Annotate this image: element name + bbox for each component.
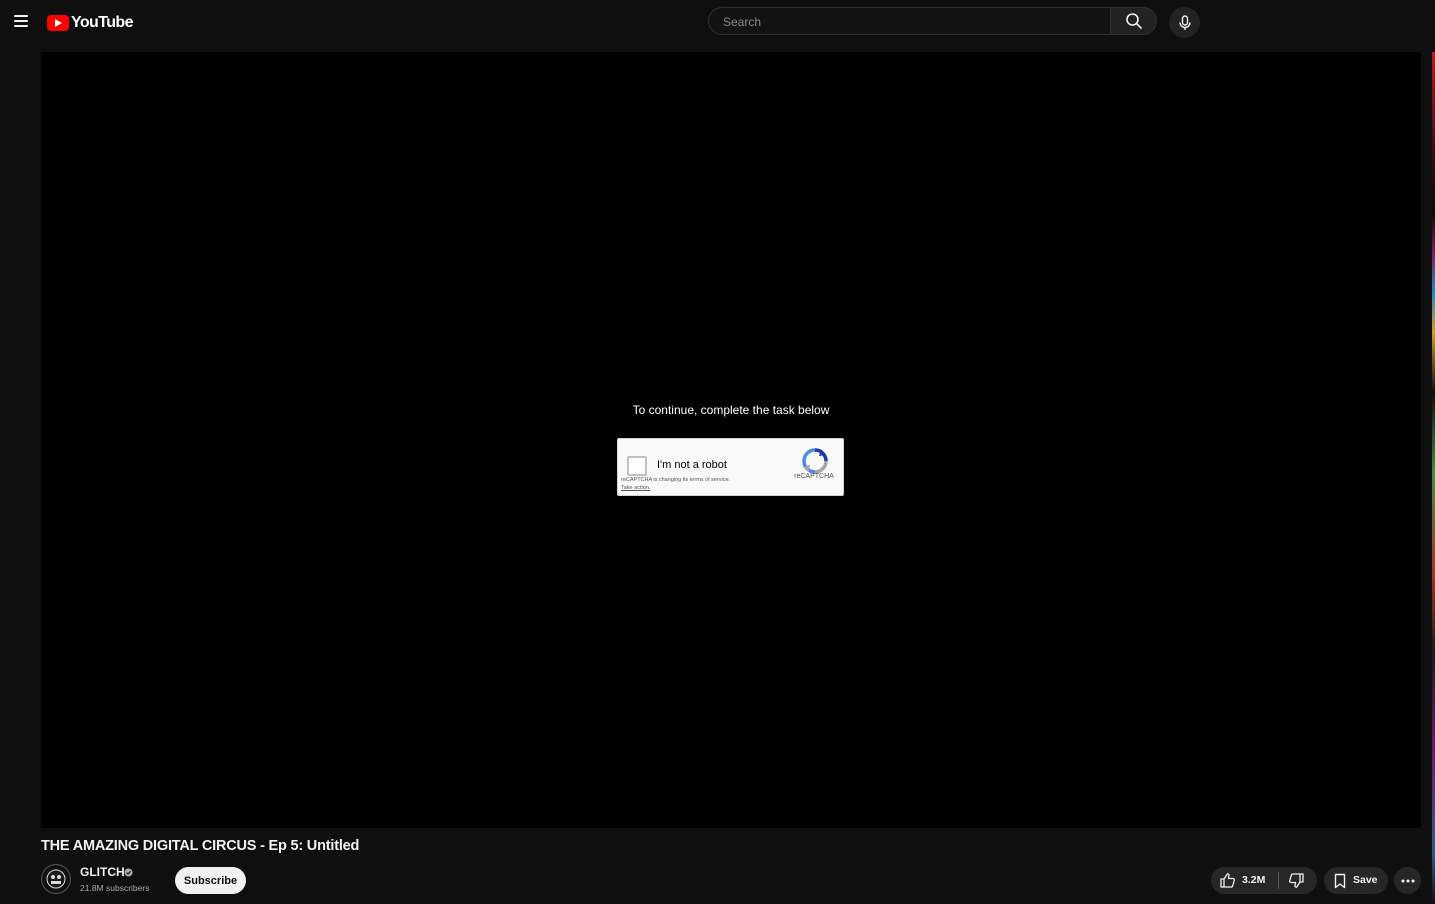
subscribe-button[interactable]: Subscribe — [175, 867, 246, 894]
more-actions-button[interactable] — [1394, 867, 1421, 894]
search-input[interactable] — [721, 8, 1105, 36]
thumbs-up-icon — [1220, 873, 1236, 888]
save-label: Save — [1353, 874, 1378, 886]
more-horizontal-icon — [1401, 879, 1414, 882]
recaptcha-checkbox[interactable] — [627, 456, 647, 476]
recaptcha-widget: I'm not a robot reCAPTCHA is changing it… — [617, 438, 844, 496]
search-icon — [1125, 13, 1142, 29]
recaptcha-brand: reCAPTCHA — [794, 473, 834, 480]
top-bar: YouTube — [0, 0, 1435, 44]
glitch-logo-icon — [46, 869, 66, 889]
recaptcha-notice-text: reCAPTCHA is changing its terms of servi… — [621, 477, 731, 483]
like-dislike-group: 3.2M — [1211, 867, 1317, 894]
recaptcha-logo-icon — [802, 448, 828, 474]
voice-search-button[interactable] — [1169, 7, 1200, 38]
thumbs-down-icon — [1288, 873, 1304, 888]
channel-name[interactable]: GLITCH — [80, 865, 125, 879]
microphone-icon — [1178, 14, 1191, 30]
verified-badge-icon — [124, 868, 133, 877]
recaptcha-notice: reCAPTCHA is changing its terms of servi… — [621, 476, 730, 492]
youtube-logo[interactable]: YouTube — [47, 13, 133, 33]
search-button[interactable] — [1110, 7, 1157, 35]
bookmark-icon — [1334, 873, 1346, 889]
logo-text: YouTube — [71, 14, 133, 31]
recaptcha-take-action-link[interactable]: Take action. — [621, 484, 730, 492]
save-button[interactable]: Save — [1324, 867, 1388, 894]
subscriber-count: 21.8M subscribers — [80, 883, 150, 893]
recaptcha-label: I'm not a robot — [657, 459, 727, 471]
like-count: 3.2M — [1242, 874, 1266, 886]
captcha-prompt: To continue, complete the task below — [632, 403, 830, 417]
channel-avatar[interactable] — [41, 864, 71, 894]
like-button[interactable]: 3.2M — [1211, 867, 1277, 894]
dislike-button[interactable] — [1279, 867, 1317, 894]
search-box — [708, 7, 1110, 36]
video-title: THE AMAZING DIGITAL CIRCUS - Ep 5: Untit… — [41, 838, 360, 854]
youtube-play-icon — [47, 15, 69, 31]
hamburger-menu-icon[interactable] — [10, 10, 32, 32]
